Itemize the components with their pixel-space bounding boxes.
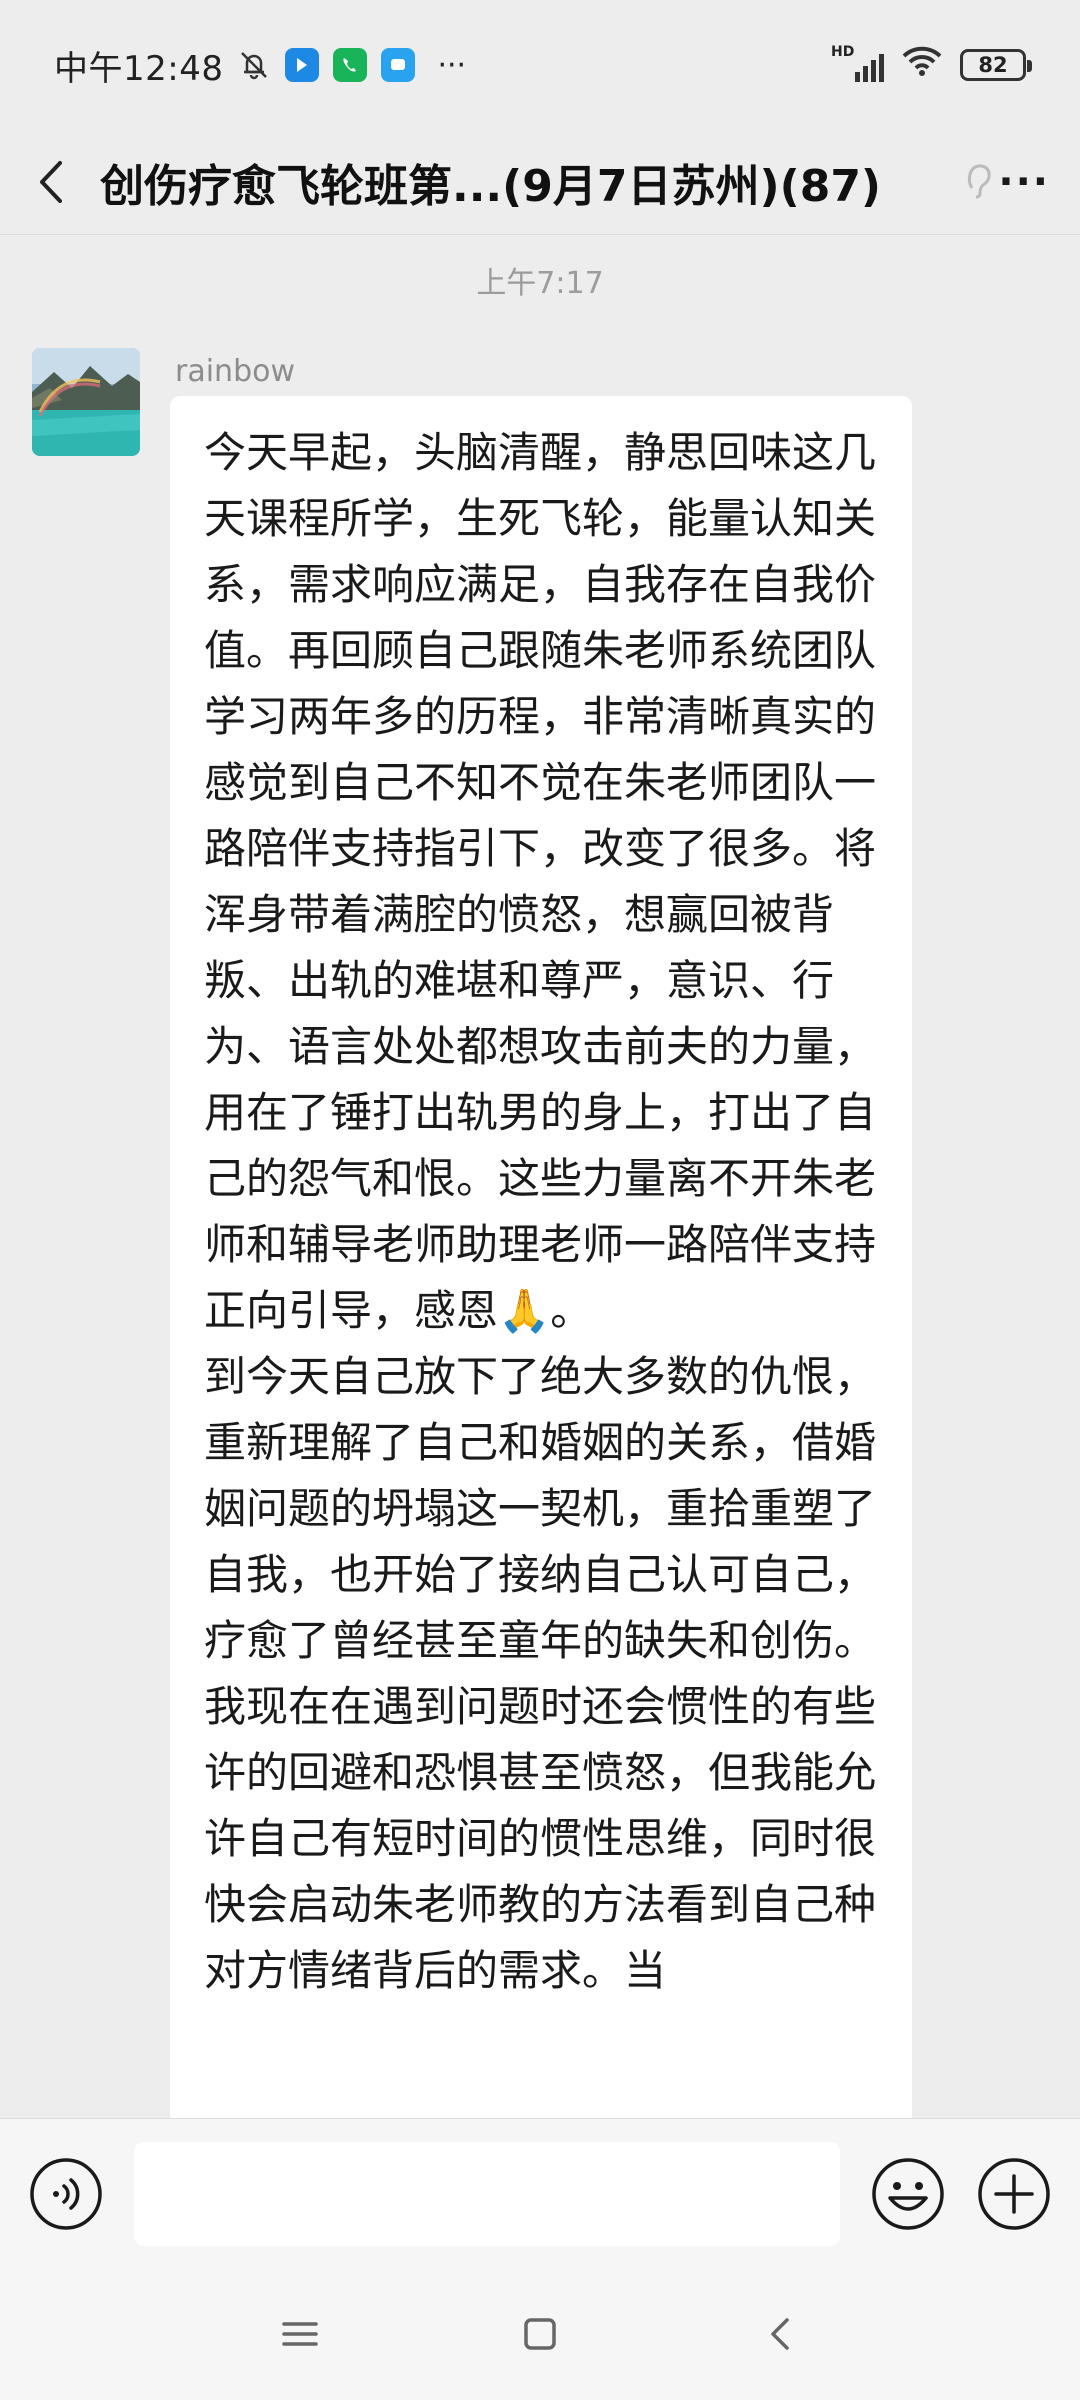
status-time: 中午12:48 [54, 48, 224, 89]
chat-header: 创伤疗愈飞轮班第...(9月7日苏州)(87) ··· [0, 130, 1080, 235]
ear-icon [964, 160, 992, 204]
emoji-button[interactable] [870, 2156, 946, 2232]
message-text: 今天早起，头脑清醒，静思回味这几天课程所学，生死飞轮，能量认知关系，需求响应满足… [204, 428, 877, 1995]
menu-button[interactable] [260, 2294, 340, 2374]
back-icon [771, 2318, 789, 2350]
mute-bell-icon [237, 48, 271, 82]
battery-indicator: 82 [960, 49, 1032, 81]
back-button[interactable] [0, 130, 100, 235]
message-bubble[interactable]: 今天早起，头脑清醒，静思回味这几天课程所学，生死飞轮，能量认知关系，需求响应满足… [170, 396, 912, 2118]
app-notification-icon [285, 48, 320, 82]
chat-title: 创伤疗愈飞轮班第...(9月7日苏州)(87) [100, 161, 882, 212]
input-bar [0, 2118, 1080, 2268]
message-app-icon [381, 48, 416, 82]
plus-button[interactable] [976, 2156, 1052, 2232]
home-icon [524, 2318, 556, 2350]
menu-icon [282, 2322, 318, 2346]
plus-icon [978, 2157, 1050, 2230]
header-actions: ··· [968, 130, 1080, 235]
message-timestamp: 上午7:17 [476, 266, 604, 301]
status-bar: 中午12:48 ··· HD 82 [0, 0, 1080, 130]
network-type: HD [831, 44, 855, 60]
status-more: ··· [437, 47, 467, 83]
chat-area[interactable]: 上午7:17 rainbow 今天早起，头脑清醒，静思回味这几天课程所学，生死飞… [0, 236, 1080, 2118]
voice-icon [30, 2157, 102, 2230]
chevron-left-icon [40, 161, 62, 203]
home-button[interactable] [500, 2294, 580, 2374]
avatar[interactable] [32, 348, 140, 456]
emoji-icon [872, 2157, 944, 2230]
status-right: HD 82 [831, 44, 1032, 87]
system-nav-bar [0, 2268, 1080, 2400]
voice-button[interactable] [28, 2156, 104, 2232]
sender-name: rainbow [175, 354, 295, 389]
signal-icon: HD [831, 44, 884, 82]
message-input[interactable] [134, 2141, 840, 2246]
more-button[interactable]: ··· [998, 159, 1050, 205]
wifi-icon [900, 44, 944, 87]
status-left: 中午12:48 ··· [54, 41, 466, 90]
phone-app-icon [333, 48, 368, 82]
system-back-button[interactable] [740, 2294, 820, 2374]
